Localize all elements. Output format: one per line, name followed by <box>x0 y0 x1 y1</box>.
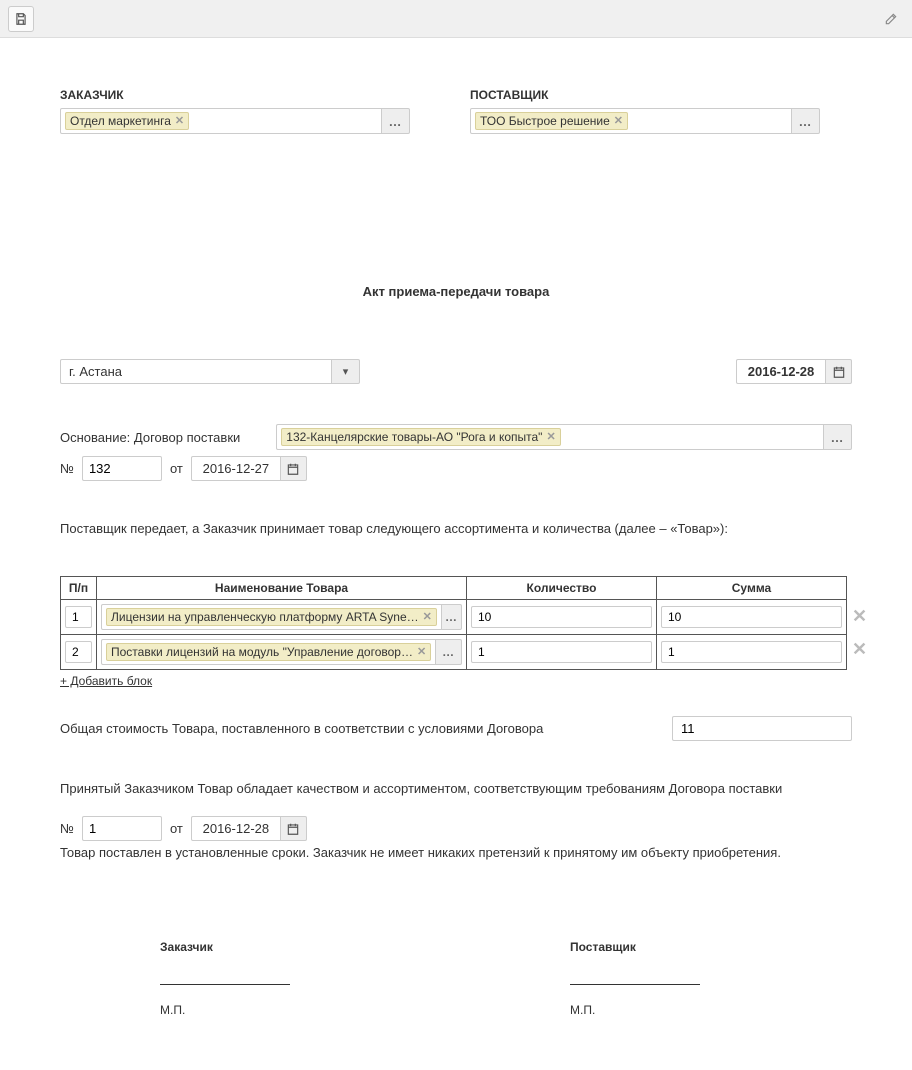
cell-name-chip: Поставки лицензий на модуль "Управление … <box>106 643 431 661</box>
customer-chip: Отдел маркетинга ✕ <box>65 112 189 130</box>
sign-supplier-line <box>570 984 700 985</box>
toolbar <box>0 0 912 38</box>
supplier-label: ПОСТАВЩИК <box>470 88 820 102</box>
customer-label: ЗАКАЗЧИК <box>60 88 410 102</box>
total-label: Общая стоимость Товара, поставленного в … <box>60 721 543 736</box>
body-text-3: Товар поставлен в установленные сроки. З… <box>60 845 852 860</box>
basis-contract-picker-button[interactable]: … <box>824 424 852 450</box>
sign-customer-mp: М.П. <box>160 1003 290 1017</box>
basis-no-label: № <box>60 461 74 476</box>
city-value: г. Астана <box>60 359 332 384</box>
th-qty: Количество <box>467 577 657 600</box>
cell-sum-input[interactable] <box>661 641 842 663</box>
accept-date-field[interactable]: 2016-12-28 <box>191 816 307 841</box>
basis-label: Основание: Договор поставки <box>60 430 240 445</box>
cell-qty-input[interactable] <box>471 606 652 628</box>
supplier-chip: ТОО Быстрое решение ✕ <box>475 112 628 130</box>
cell-name-picker-button[interactable]: … <box>436 639 462 665</box>
edit-icon <box>884 12 898 26</box>
sign-supplier: Поставщик М.П. <box>570 940 700 1017</box>
supplier-field[interactable]: ТОО Быстрое решение ✕ <box>470 108 792 134</box>
supplier-chip-remove[interactable]: ✕ <box>614 116 623 127</box>
accept-no-label: № <box>60 821 74 836</box>
document-scroll[interactable]: ЗАКАЗЧИК Отдел маркетинга ✕ … ПОСТАВЩИК <box>0 38 912 1070</box>
sign-customer: Заказчик М.П. <box>160 940 290 1017</box>
cell-sum-input[interactable] <box>661 606 842 628</box>
basis-date-field[interactable]: 2016-12-27 <box>191 456 307 481</box>
sign-supplier-mp: М.П. <box>570 1003 700 1017</box>
customer-field[interactable]: Отдел маркетинга ✕ <box>60 108 382 134</box>
basis-no-input[interactable] <box>82 456 162 481</box>
cell-qty-input[interactable] <box>471 641 652 663</box>
customer-block: ЗАКАЗЧИК Отдел маркетинга ✕ … <box>60 88 410 134</box>
document-page: ЗАКАЗЧИК Отдел маркетинга ✕ … ПОСТАВЩИК <box>0 38 912 1070</box>
cell-name-picker-button[interactable]: … <box>442 604 462 630</box>
goods-table: П/п Наименование Товара Количество Сумма… <box>60 576 847 670</box>
sign-supplier-label: Поставщик <box>570 940 700 954</box>
cell-name-remove[interactable]: ✕ <box>417 647 426 658</box>
sign-customer-label: Заказчик <box>160 940 290 954</box>
cell-name-field[interactable]: Поставки лицензий на модуль "Управление … <box>101 639 436 665</box>
sign-customer-line <box>160 984 290 985</box>
calendar-icon <box>286 462 300 476</box>
cell-pp-input[interactable] <box>65 606 92 628</box>
supplier-picker-button[interactable]: … <box>792 108 820 134</box>
row-delete-button[interactable]: ✕ <box>852 606 867 627</box>
calendar-icon <box>286 822 300 836</box>
city-dropdown-button[interactable]: ▾ <box>332 359 360 384</box>
doc-date-field[interactable]: 2016-12-28 <box>736 359 852 384</box>
doc-date-value: 2016-12-28 <box>736 359 826 384</box>
cell-pp-input[interactable] <box>65 641 92 663</box>
body-text-2: Принятый Заказчиком Товар обладает качес… <box>60 781 852 796</box>
table-row: Поставки лицензий на модуль "Управление … <box>61 635 847 670</box>
basis-date-value: 2016-12-27 <box>191 456 281 481</box>
add-block-link[interactable]: + Добавить блок <box>60 674 152 688</box>
accept-date-value: 2016-12-28 <box>191 816 281 841</box>
save-icon <box>14 12 28 26</box>
th-pp: П/п <box>61 577 97 600</box>
city-select[interactable]: г. Астана ▾ <box>60 359 360 384</box>
customer-chip-remove[interactable]: ✕ <box>175 116 184 127</box>
th-name: Наименование Товара <box>97 577 467 600</box>
supplier-block: ПОСТАВЩИК ТОО Быстрое решение ✕ … <box>470 88 820 134</box>
accept-from-label: от <box>170 821 183 836</box>
cell-name-field[interactable]: Лицензии на управленческую платформу ART… <box>101 604 442 630</box>
total-input[interactable] <box>672 716 852 741</box>
customer-picker-button[interactable]: … <box>382 108 410 134</box>
table-row: Лицензии на управленческую платформу ART… <box>61 600 847 635</box>
basis-from-label: от <box>170 461 183 476</box>
accept-date-picker-button[interactable] <box>281 816 307 841</box>
basis-contract-chip: 132-Канцелярские товары-АО "Рога и копыт… <box>281 428 560 446</box>
accept-no-input[interactable] <box>82 816 162 841</box>
document-title: Акт приема-передачи товара <box>60 284 852 299</box>
row-delete-button[interactable]: ✕ <box>852 639 867 660</box>
basis-date-picker-button[interactable] <box>281 456 307 481</box>
cell-name-chip: Лицензии на управленческую платформу ART… <box>106 608 437 626</box>
calendar-icon <box>832 365 846 379</box>
edit-button[interactable] <box>878 6 904 32</box>
th-sum: Сумма <box>657 577 847 600</box>
cell-name-remove[interactable]: ✕ <box>423 612 432 623</box>
chevron-down-icon: ▾ <box>343 365 349 378</box>
body-text-1: Поставщик передает, а Заказчик принимает… <box>60 521 852 536</box>
basis-contract-remove[interactable]: ✕ <box>546 432 555 443</box>
save-button[interactable] <box>8 6 34 32</box>
basis-contract-field[interactable]: 132-Канцелярские товары-АО "Рога и копыт… <box>276 424 824 450</box>
doc-date-picker-button[interactable] <box>826 359 852 384</box>
